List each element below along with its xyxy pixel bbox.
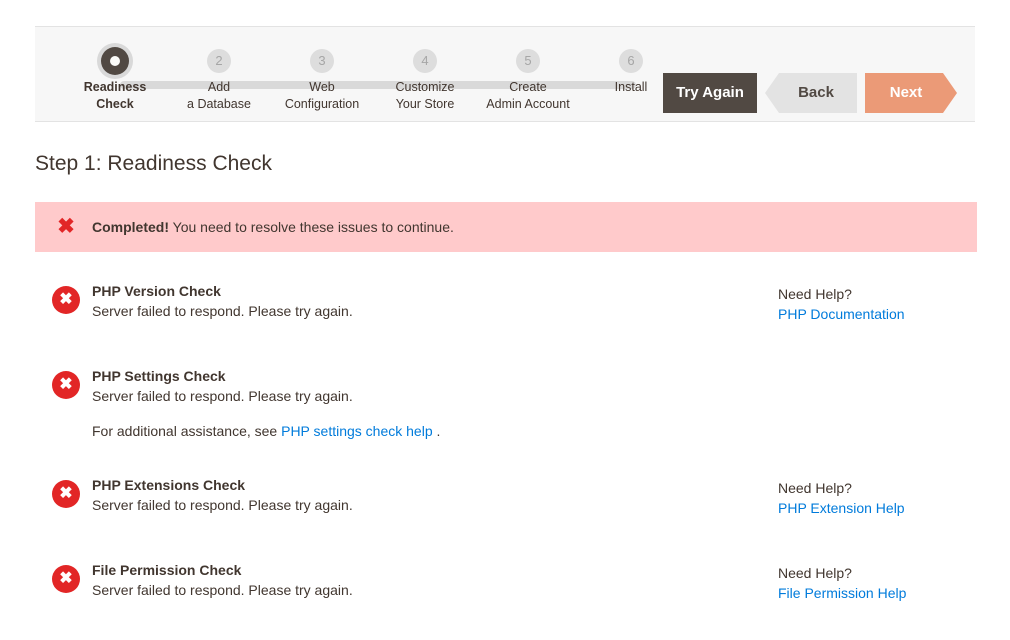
readiness-check-body: PHP Extensions CheckServer failed to res… xyxy=(92,476,732,515)
readiness-check-title: PHP Extensions Check xyxy=(92,476,732,495)
next-button[interactable]: Next xyxy=(865,73,957,113)
readiness-check-description: Server failed to respond. Please try aga… xyxy=(92,495,732,515)
status-banner-text: You need to resolve these issues to cont… xyxy=(169,219,454,235)
wizard-step-active-dot xyxy=(110,56,120,66)
readiness-check-title: File Permission Check xyxy=(92,561,732,580)
error-circle-icon: ✖ xyxy=(52,480,80,508)
readiness-check-row: ✖ PHP Extensions CheckServer failed to re… xyxy=(35,470,977,555)
readiness-check-description: Server failed to respond. Please try aga… xyxy=(92,386,732,406)
readiness-check-title: PHP Version Check xyxy=(92,282,732,301)
wizard-action-buttons: Try Again Back Next xyxy=(663,73,957,113)
need-help-link[interactable]: PHP Extension Help xyxy=(778,500,905,516)
wizard-step-bullet-6: 6 xyxy=(619,49,643,73)
readiness-check-description: Server failed to respond. Please try aga… xyxy=(92,580,732,600)
page-title: Step 1: Readiness Check xyxy=(35,152,272,176)
readiness-check-list: ✖PHP Version CheckServer failed to respo… xyxy=(35,276,977,640)
need-help-title: Need Help? xyxy=(778,563,978,583)
readiness-check-body: File Permission CheckServer failed to re… xyxy=(92,561,732,600)
readiness-check-description: Server failed to respond. Please try aga… xyxy=(92,301,732,321)
readiness-check-note-link[interactable]: PHP settings check help xyxy=(281,423,433,439)
wizard-header-panel: Readiness Check2Add a Database3Web Confi… xyxy=(35,26,975,122)
need-help-link[interactable]: PHP Documentation xyxy=(778,306,905,322)
readiness-check-row: ✖ File Permission CheckServer failed to r… xyxy=(35,555,977,640)
need-help-title: Need Help? xyxy=(778,478,978,498)
try-again-button[interactable]: Try Again xyxy=(663,73,757,113)
error-circle-icon: ✖ xyxy=(52,565,80,593)
readiness-check-title: PHP Settings Check xyxy=(92,367,732,386)
need-help-link[interactable]: File Permission Help xyxy=(778,585,906,601)
wizard-step-bullet-5: 5 xyxy=(516,49,540,73)
status-banner: ✖ Completed! You need to resolve these i… xyxy=(35,202,977,252)
error-circle-icon: ✖ xyxy=(52,286,80,314)
readiness-check-note-suffix: . xyxy=(433,423,441,439)
readiness-check-note: For additional assistance, see PHP setti… xyxy=(92,421,732,441)
status-banner-strong: Completed! xyxy=(92,219,169,235)
readiness-check-body: PHP Settings CheckServer failed to respo… xyxy=(92,367,732,441)
readiness-check-note-prefix: For additional assistance, see xyxy=(92,423,281,439)
need-help-block: Need Help? PHP Extension Help xyxy=(778,478,978,518)
need-help-title: Need Help? xyxy=(778,284,978,304)
back-button[interactable]: Back xyxy=(765,73,857,113)
readiness-check-row: ✖ PHP Settings CheckServer failed to resp… xyxy=(35,361,977,470)
need-help-block: Need Help? PHP Documentation xyxy=(778,284,978,324)
need-help-block: Need Help? File Permission Help xyxy=(778,563,978,603)
readiness-check-body: PHP Version CheckServer failed to respon… xyxy=(92,282,732,321)
error-circle-icon: ✖ xyxy=(52,371,80,399)
wizard-step-bullet-4: 4 xyxy=(413,49,437,73)
wizard-step-list: Readiness Check2Add a Database3Web Confi… xyxy=(65,27,665,121)
wizard-step-bullet-1 xyxy=(101,47,129,75)
wizard-step-bullet-3: 3 xyxy=(310,49,334,73)
wizard-step-bullet-2: 2 xyxy=(207,49,231,73)
status-banner-message: Completed! You need to resolve these iss… xyxy=(92,219,454,235)
readiness-check-row: ✖ PHP Version CheckServer failed to respo… xyxy=(35,276,977,361)
x-mark-icon: ✖ xyxy=(56,217,76,237)
